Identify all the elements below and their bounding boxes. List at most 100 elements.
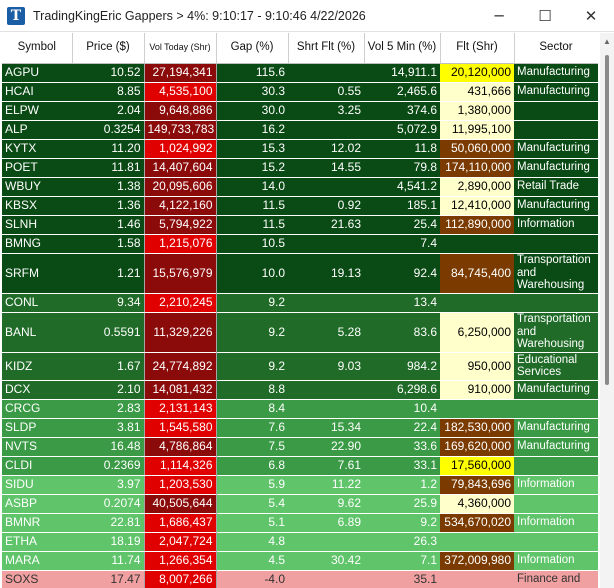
price-cell: 9.34 [72, 293, 144, 313]
vol-5-min-cell: 10.4 [364, 399, 440, 419]
table-row[interactable]: KYTX 11.20 1,024,992 15.3 12.02 11.8 50,060,00… [2, 139, 598, 159]
gappers-table: Symbol Price ($) Vol Today (Shr) Gap (%)… [2, 33, 598, 588]
table-row[interactable]: CRCG 2.83 2,131,143 8.4 10.4 [2, 399, 598, 419]
vertical-scrollbar[interactable]: ▲ [600, 33, 614, 588]
table-row[interactable]: SRFM 1.21 15,576,979 10.0 19.13 92.4 84,745,40… [2, 253, 598, 294]
table-row[interactable]: BMNR 22.81 1,686,437 5.1 6.89 9.2 534,670,020 I… [2, 513, 598, 533]
short-float-cell: 30.42 [288, 551, 364, 571]
vol-5-min-cell: 4,541.2 [364, 177, 440, 197]
vol-5-min-cell: 185.1 [364, 196, 440, 216]
table-row[interactable]: SOXS 17.47 8,007,266 -4.0 35.1 Finance and [2, 570, 598, 588]
vol-today-cell: 149,733,783 [143, 120, 217, 140]
symbol-cell: KIDZ [2, 352, 72, 381]
column-header-gap[interactable]: Gap (%) [216, 33, 289, 64]
sector-cell: Finance and [514, 570, 598, 588]
vol-5-min-cell: 83.6 [364, 312, 440, 353]
float-cell: 112,890,000 [440, 215, 514, 235]
table-row[interactable]: MARA 11.74 1,266,354 4.5 30.42 7.1 372,009,980… [2, 551, 598, 571]
sector-cell [514, 399, 598, 419]
vol-5-min-cell: 2,465.6 [364, 82, 440, 102]
table-row[interactable]: KBSX 1.36 4,122,160 11.5 0.92 185.1 12,410,000… [2, 196, 598, 216]
symbol-cell: CONL [2, 293, 72, 313]
sector-cell [514, 120, 598, 140]
minimize-button[interactable]: ─ [476, 0, 522, 32]
table-row[interactable]: SIDU 3.97 1,203,530 5.9 11.22 1.2 79,843,696 In… [2, 475, 598, 495]
table-row[interactable]: ASBP 0.2074 40,505,644 5.4 9.62 25.9 4,360,000 [2, 494, 598, 514]
vol-today-cell: 5,794,922 [143, 215, 217, 235]
float-cell: 11,995,100 [440, 120, 514, 140]
gap-cell: 7.6 [216, 418, 288, 438]
scrollbar-thumb[interactable] [605, 55, 609, 385]
symbol-cell: BANL [2, 312, 72, 353]
symbol-cell: CLDI [2, 456, 72, 476]
vol-5-min-cell: 22.4 [364, 418, 440, 438]
price-cell: 0.2074 [72, 494, 144, 514]
symbol-cell: SIDU [2, 475, 72, 495]
short-float-cell: 0.92 [288, 196, 364, 216]
float-cell: 169,620,000 [440, 437, 514, 457]
vol-5-min-cell: 11.8 [364, 139, 440, 159]
table-row[interactable]: CONL 9.34 2,210,245 9.2 13.4 [2, 293, 598, 313]
float-cell: 910,000 [440, 380, 514, 400]
table-row[interactable]: WBUY 1.38 20,095,606 14.0 4,541.2 2,890,000 Re… [2, 177, 598, 197]
short-float-cell: 9.62 [288, 494, 364, 514]
vol-5-min-cell: 33.6 [364, 437, 440, 457]
table-row[interactable]: POET 11.81 14,407,604 15.2 14.55 79.8 174,110,… [2, 158, 598, 178]
gap-cell: 9.2 [216, 312, 288, 353]
float-cell: 950,000 [440, 352, 514, 381]
symbol-cell: BMNG [2, 234, 72, 254]
gap-cell: 11.5 [216, 196, 288, 216]
table-row[interactable]: NVTS 16.48 4,786,864 7.5 22.90 33.6 169,620,00… [2, 437, 598, 457]
table-row[interactable]: KIDZ 1.67 24,774,892 9.2 9.03 984.2 950,000 Edu… [2, 352, 598, 381]
symbol-cell: ALP [2, 120, 72, 140]
header-row: Symbol Price ($) Vol Today (Shr) Gap (%)… [2, 33, 598, 64]
vol-5-min-cell: 9.2 [364, 513, 440, 533]
maximize-button[interactable]: ☐ [522, 0, 568, 32]
table-row[interactable]: SLNH 1.46 5,794,922 11.5 21.63 25.4 112,890,00… [2, 215, 598, 235]
short-float-cell [288, 570, 364, 588]
column-header-sector[interactable]: Sector [514, 33, 598, 64]
float-cell: 431,666 [440, 82, 514, 102]
column-header-vol-5-min[interactable]: Vol 5 Min (%) [364, 33, 441, 64]
price-cell: 11.74 [72, 551, 144, 571]
vol-today-cell: 9,648,886 [143, 101, 217, 121]
vol-today-cell: 2,210,245 [143, 293, 217, 313]
table-row[interactable]: SLDP 3.81 1,545,580 7.6 15.34 22.4 182,530,000… [2, 418, 598, 438]
vol-today-cell: 24,774,892 [143, 352, 217, 381]
vol-today-cell: 4,786,864 [143, 437, 217, 457]
vol-5-min-cell: 374.6 [364, 101, 440, 121]
price-cell: 11.81 [72, 158, 144, 178]
price-cell: 0.2369 [72, 456, 144, 476]
sector-cell: Manufacturing [514, 63, 598, 83]
column-header-short-float[interactable]: Shrt Flt (%) [288, 33, 365, 64]
sector-cell: Transportation and Warehousing [514, 253, 598, 294]
table-row[interactable]: BANL 0.5591 11,329,226 9.2 5.28 83.6 6,250,000… [2, 312, 598, 353]
scroll-up-arrow-icon[interactable]: ▲ [600, 35, 614, 49]
sector-cell [514, 532, 598, 552]
column-header-symbol[interactable]: Symbol [2, 33, 73, 64]
gap-cell: 15.3 [216, 139, 288, 159]
price-cell: 3.81 [72, 418, 144, 438]
vol-5-min-cell: 33.1 [364, 456, 440, 476]
table-row[interactable]: BMNG 1.58 1,215,076 10.5 7.4 [2, 234, 598, 254]
table-row[interactable]: CLDI 0.2369 1,114,326 6.8 7.61 33.1 17,560,000 [2, 456, 598, 476]
price-cell: 22.81 [72, 513, 144, 533]
table-row[interactable]: HCAI 8.85 4,535,100 30.3 0.55 2,465.6 431,666 M… [2, 82, 598, 102]
short-float-cell [288, 120, 364, 140]
close-button[interactable]: ✕ [568, 0, 614, 32]
table-row[interactable]: ALP 0.3254 149,733,783 16.2 5,072.9 11,995,10… [2, 120, 598, 140]
price-cell: 11.20 [72, 139, 144, 159]
table-row[interactable]: ETHA 18.19 2,047,724 4.8 26.3 [2, 532, 598, 552]
short-float-cell: 19.13 [288, 253, 364, 294]
table-row[interactable]: DCX 2.10 14,081,432 8.8 6,298.6 910,000 Manufa… [2, 380, 598, 400]
column-header-price[interactable]: Price ($) [72, 33, 145, 64]
short-float-cell: 21.63 [288, 215, 364, 235]
column-header-float[interactable]: Flt (Shr) [440, 33, 515, 64]
column-header-vol-today[interactable]: Vol Today (Shr) [144, 33, 217, 64]
short-float-cell [288, 177, 364, 197]
price-cell: 2.10 [72, 380, 144, 400]
table-row[interactable]: ELPW 2.04 9,648,886 30.0 3.25 374.6 1,380,000 [2, 101, 598, 121]
table-row[interactable]: AGPU 10.52 27,194,341 115.6 14,911.1 20,120,0… [2, 63, 598, 83]
vol-today-cell: 15,576,979 [143, 253, 217, 294]
sector-cell [514, 293, 598, 313]
